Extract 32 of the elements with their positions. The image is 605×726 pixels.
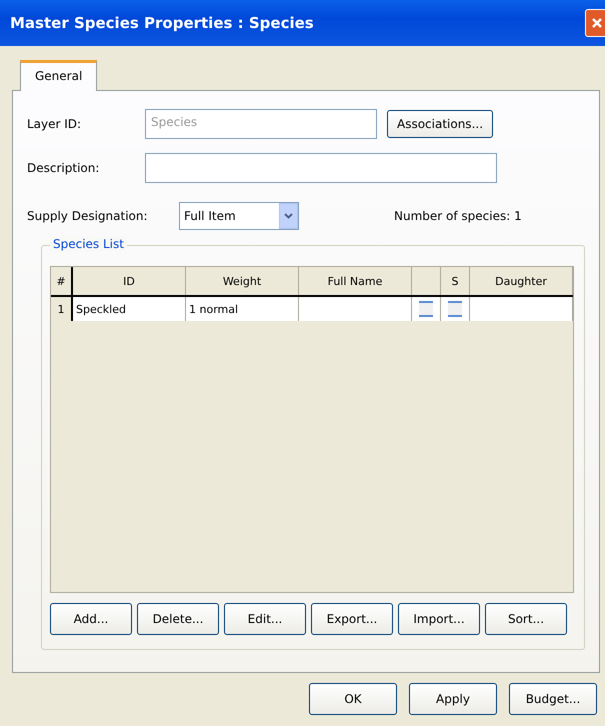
species-count: Number of species: 1 [394, 209, 522, 223]
column-header[interactable] [412, 267, 440, 296]
field-label: Supply Designation: [27, 209, 149, 223]
dropdown-value: Full Item [184, 209, 236, 223]
column-header[interactable]: # [51, 267, 72, 296]
table-cell: 1 normal [186, 296, 298, 321]
checkbox[interactable] [419, 301, 433, 317]
group-title: Species List [50, 237, 127, 251]
checkbox[interactable] [448, 301, 462, 317]
tab[interactable]: General [20, 60, 98, 91]
field-label: Layer ID: [27, 117, 82, 131]
list-button[interactable]: Export... [311, 603, 393, 635]
close-icon[interactable] [585, 9, 605, 37]
dialog-button[interactable]: OK [309, 683, 397, 715]
dialog-button[interactable]: Budget... [509, 683, 597, 715]
row-number: 1 [51, 296, 72, 321]
window-title: Master Species Properties : Species [10, 14, 314, 32]
table-cell: Speckled [72, 296, 186, 321]
field-label: Description: [27, 161, 100, 175]
column-header[interactable]: Weight [186, 267, 298, 296]
column-header[interactable]: Daughter [470, 267, 572, 296]
list-button[interactable]: Edit... [224, 603, 306, 635]
column-header[interactable]: Full Name [298, 267, 412, 296]
list-button[interactable]: Add... [50, 603, 132, 635]
dialog-button[interactable]: Apply [409, 683, 497, 715]
list-button[interactable]: Sort... [485, 603, 567, 635]
list-button[interactable]: Import... [398, 603, 480, 635]
column-header[interactable]: ID [72, 267, 186, 296]
column-header[interactable]: S [440, 267, 470, 296]
dropdown[interactable]: Full Item [179, 202, 299, 230]
input-field[interactable] [145, 153, 497, 183]
list-button[interactable]: Delete... [137, 603, 219, 635]
